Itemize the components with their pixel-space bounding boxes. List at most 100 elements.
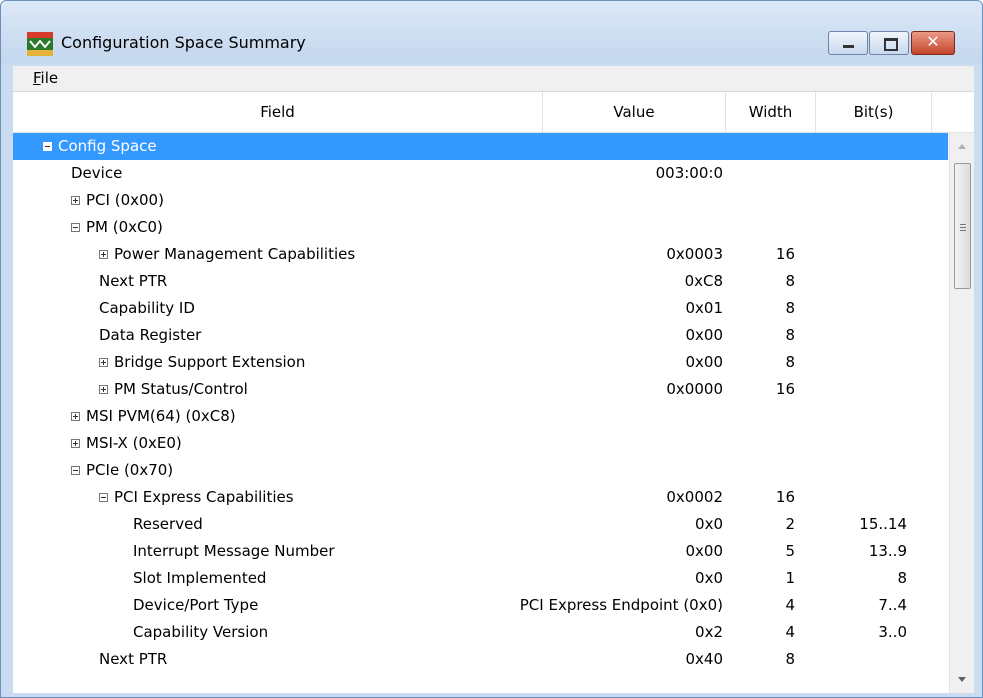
expand-icon[interactable] — [99, 385, 108, 394]
expand-icon[interactable] — [99, 358, 108, 367]
tree-row[interactable]: Next PTR 0x40 8 — [13, 646, 948, 673]
scroll-up-icon[interactable] — [958, 144, 966, 149]
row-width: 4 — [785, 596, 795, 614]
tree-row[interactable]: Bridge Support Extension 0x00 8 — [13, 349, 948, 376]
row-value: 0x0003 — [666, 245, 723, 263]
tree-rows: Config Space Device 003:00:0 PCI (0x00) PM (… — [13, 133, 948, 693]
expand-icon[interactable] — [99, 250, 108, 259]
tree-row[interactable]: MSI-X (0xE0) — [13, 430, 948, 457]
expand-icon[interactable] — [71, 412, 80, 421]
grip-line — [960, 224, 966, 225]
tree-row[interactable]: Device/Port Type PCI Express Endpoint (0x… — [13, 592, 948, 619]
row-width: 8 — [785, 299, 795, 317]
tree-row[interactable]: Device 003:00:0 — [13, 160, 948, 187]
menu-file[interactable]: File — [33, 69, 58, 87]
tree-row[interactable]: Slot Implemented 0x0 1 8 — [13, 565, 948, 592]
column-headers: Field Value Width Bit(s) — [13, 92, 974, 133]
collapse-icon[interactable] — [99, 493, 108, 502]
row-field-label: Data Register — [99, 326, 202, 344]
collapse-icon[interactable] — [43, 142, 52, 151]
tree-grid: Field Value Width Bit(s) Config Space Dev… — [13, 92, 974, 693]
tree-row[interactable]: Capability ID 0x01 8 — [13, 295, 948, 322]
column-header-field[interactable]: Field — [13, 92, 543, 132]
row-width: 16 — [775, 380, 795, 398]
row-field-label: PM (0xC0) — [86, 218, 163, 236]
column-header-width[interactable]: Width — [726, 92, 816, 132]
row-field-label: MSI PVM(64) (0xC8) — [86, 407, 236, 425]
tree-row[interactable]: MSI PVM(64) (0xC8) — [13, 403, 948, 430]
minimize-button[interactable] — [828, 31, 868, 55]
column-header-bits[interactable]: Bit(s) — [816, 92, 932, 132]
expand-icon[interactable] — [71, 196, 80, 205]
row-field-label: PM Status/Control — [114, 380, 248, 398]
close-icon: ✕ — [926, 32, 940, 51]
row-bits: 3..0 — [878, 623, 907, 641]
config-space-summary-window: Configuration Space Summary ✕ File Field… — [0, 0, 983, 698]
row-value: 0x0000 — [666, 380, 723, 398]
row-field-label: Device — [71, 164, 123, 182]
tree-row[interactable]: Data Register 0x00 8 — [13, 322, 948, 349]
tree-row[interactable]: Interrupt Message Number 0x00 5 13..9 — [13, 538, 948, 565]
row-field-label: PCI Express Capabilities — [114, 488, 294, 506]
row-field-label: Slot Implemented — [133, 569, 267, 587]
maximize-icon — [884, 38, 898, 51]
row-field-label: Next PTR — [99, 650, 168, 668]
row-value: 0x40 — [685, 650, 723, 668]
row-bits: 13..9 — [868, 542, 907, 560]
menu-file-mnemonic: F — [33, 69, 41, 87]
menu-file-rest: ile — [40, 69, 59, 87]
title-bar[interactable]: Configuration Space Summary ✕ — [1, 1, 982, 63]
row-width: 8 — [785, 353, 795, 371]
tree-row[interactable]: PCI Express Capabilities 0x0002 16 — [13, 484, 948, 511]
tree-row[interactable]: Next PTR 0xC8 8 — [13, 268, 948, 295]
row-field-label: Capability ID — [99, 299, 195, 317]
row-field-label: Config Space — [58, 137, 157, 155]
expand-icon[interactable] — [71, 439, 80, 448]
row-width: 2 — [785, 515, 795, 533]
tree-row[interactable]: PM (0xC0) — [13, 214, 948, 241]
row-field-label: Interrupt Message Number — [133, 542, 335, 560]
row-width: 8 — [785, 326, 795, 344]
menu-bar: File — [13, 66, 974, 92]
row-field-label: PCIe (0x70) — [86, 461, 174, 479]
collapse-icon[interactable] — [71, 466, 80, 475]
row-width: 8 — [785, 272, 795, 290]
row-field-label: Bridge Support Extension — [114, 353, 306, 371]
row-field-label: Device/Port Type — [133, 596, 259, 614]
tree-row[interactable]: Capability Version 0x2 4 3..0 — [13, 619, 948, 646]
tree-row[interactable]: Power Management Capabilities 0x0003 16 — [13, 241, 948, 268]
window-title: Configuration Space Summary — [61, 33, 306, 52]
row-field-label: Capability Version — [133, 623, 269, 641]
row-value: 003:00:0 — [655, 164, 723, 182]
row-value: PCI Express Endpoint (0x0) — [519, 596, 723, 614]
row-value: 0xC8 — [684, 272, 723, 290]
tree-row[interactable]: PCIe (0x70) — [13, 457, 948, 484]
row-field-label: Power Management Capabilities — [114, 245, 356, 263]
scroll-thumb[interactable] — [954, 163, 971, 289]
row-value: 0x00 — [685, 542, 723, 560]
row-bits: 7..4 — [878, 596, 907, 614]
row-width: 1 — [785, 569, 795, 587]
row-field-label: PCI (0x00) — [86, 191, 164, 209]
scroll-down-icon[interactable] — [958, 677, 966, 682]
row-bits: 15..14 — [859, 515, 907, 533]
row-value: 0x0002 — [666, 488, 723, 506]
maximize-button[interactable] — [869, 31, 909, 55]
minimize-icon — [843, 45, 854, 48]
row-width: 4 — [785, 623, 795, 641]
row-value: 0x2 — [695, 623, 723, 641]
row-width: 5 — [785, 542, 795, 560]
tree-row[interactable]: Config Space — [13, 133, 948, 160]
tree-row[interactable]: PCI (0x00) — [13, 187, 948, 214]
app-icon — [27, 32, 53, 56]
row-field-label: Next PTR — [99, 272, 168, 290]
collapse-icon[interactable] — [71, 223, 80, 232]
vertical-scrollbar[interactable] — [949, 133, 974, 693]
row-value: 0x01 — [685, 299, 723, 317]
column-header-value[interactable]: Value — [543, 92, 726, 132]
tree-row[interactable]: PM Status/Control 0x0000 16 — [13, 376, 948, 403]
grip-line — [960, 230, 966, 231]
row-width: 8 — [785, 650, 795, 668]
close-button[interactable]: ✕ — [911, 31, 955, 55]
tree-row[interactable]: Reserved 0x0 2 15..14 — [13, 511, 948, 538]
